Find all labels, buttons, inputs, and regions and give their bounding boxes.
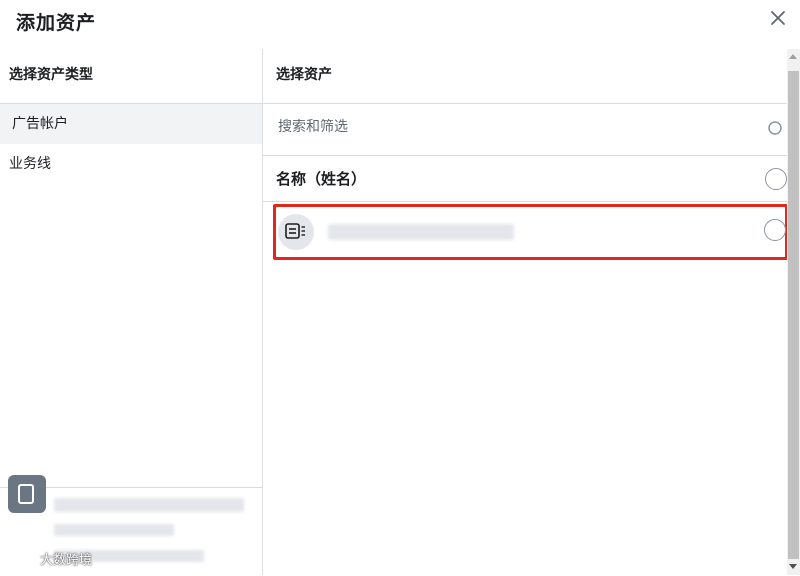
asset-select-header: 选择资产 [263,49,787,104]
search-row [263,104,787,156]
asset-select-panel: 选择资产 名称（姓名） [263,49,787,575]
ad-account-icon [285,223,305,239]
scroll-up-arrow-icon[interactable] [789,54,797,59]
search-icon [768,121,782,135]
asset-type-business-line[interactable]: 业务线 [0,144,262,184]
watermark-text: 大数跨境 [40,553,93,568]
asset-name-redacted[interactable] [328,224,514,240]
redacted-text [54,524,174,536]
dialog-title: 添加资产 [16,12,97,34]
redacted-text [54,498,244,512]
close-button[interactable] [766,6,790,30]
scroll-down-arrow-icon[interactable] [789,564,797,569]
asset-row-icon-wrap [278,214,314,250]
watermark-logo [8,475,46,513]
scrollbar[interactable] [787,49,800,575]
asset-type-ad-account[interactable]: 广告帐户 [0,104,262,144]
name-column-label: 名称（姓名） [276,170,367,188]
scrollbar-thumb[interactable] [788,71,799,559]
asset-type-header: 选择资产类型 [0,49,262,104]
asset-select-radio[interactable] [764,219,786,241]
name-column-header: 名称（姓名） [263,156,787,202]
search-input[interactable] [276,118,740,136]
close-icon [771,11,785,25]
redacted-text [328,224,514,240]
select-all-radio[interactable] [765,168,787,190]
